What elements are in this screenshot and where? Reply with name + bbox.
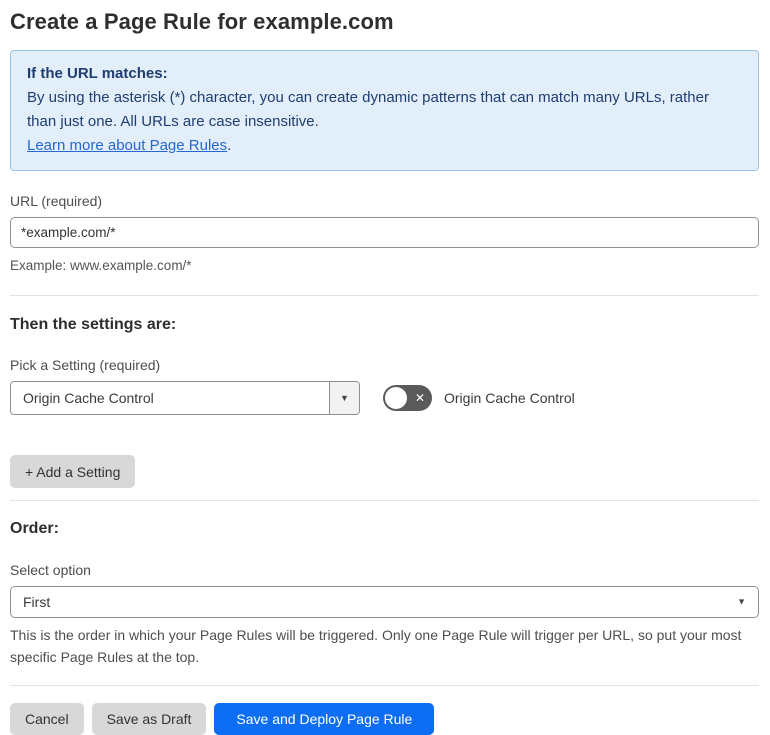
url-input[interactable] bbox=[10, 217, 759, 248]
add-setting-button[interactable]: + Add a Setting bbox=[10, 455, 136, 488]
create-page-rule-form: Create a Page Rule for example.com If th… bbox=[0, 0, 770, 735]
toggle-off-x-icon: ✕ bbox=[414, 391, 425, 405]
settings-section: Then the settings are: Pick a Setting (r… bbox=[10, 316, 759, 488]
toggle-knob bbox=[385, 387, 407, 409]
setting-select[interactable]: Origin Cache Control ▼ bbox=[10, 381, 360, 415]
cancel-button[interactable]: Cancel bbox=[10, 703, 84, 735]
order-helper-text: This is the order in which your Page Rul… bbox=[10, 627, 742, 665]
url-section: URL (required) Example: www.example.com/… bbox=[10, 193, 759, 276]
order-section: Order: Select option First ▼ This is the… bbox=[10, 520, 759, 668]
divider bbox=[10, 685, 759, 686]
chevron-down-icon: ▼ bbox=[340, 392, 349, 403]
setting-row: Origin Cache Control ▼ ✕ Origin Cache Co… bbox=[10, 381, 759, 415]
info-box-heading: If the URL matches: bbox=[27, 65, 168, 82]
link-suffix: . bbox=[227, 137, 232, 154]
url-field-label: URL (required) bbox=[10, 193, 103, 209]
url-match-info-box: If the URL matches: By using the asteris… bbox=[10, 50, 759, 171]
order-heading: Order: bbox=[10, 520, 59, 537]
order-select-label: Select option bbox=[10, 562, 91, 578]
info-box-body: By using the asterisk (*) character, you… bbox=[27, 89, 709, 130]
divider bbox=[10, 500, 759, 501]
origin-cache-control-toggle[interactable]: ✕ bbox=[383, 385, 432, 411]
save-as-draft-button[interactable]: Save as Draft bbox=[91, 703, 207, 735]
setting-select-value: Origin Cache Control bbox=[23, 390, 154, 406]
toggle-label: Origin Cache Control bbox=[444, 390, 575, 406]
chevron-down-icon: ▼ bbox=[737, 596, 746, 607]
pick-setting-label: Pick a Setting (required) bbox=[10, 357, 161, 373]
footer-actions: Cancel Save as Draft Save and Deploy Pag… bbox=[10, 703, 759, 735]
settings-heading: Then the settings are: bbox=[10, 316, 177, 333]
page-title: Create a Page Rule for example.com bbox=[10, 9, 394, 34]
setting-select-arrow-button[interactable]: ▼ bbox=[329, 382, 359, 414]
divider bbox=[10, 295, 759, 296]
url-example-helper: Example: www.example.com/* bbox=[10, 258, 192, 273]
order-select[interactable]: First ▼ bbox=[10, 586, 759, 618]
order-select-value: First bbox=[23, 594, 51, 610]
info-box-link-row: Learn more about Page Rules. bbox=[27, 134, 742, 158]
learn-more-link[interactable]: Learn more about Page Rules bbox=[27, 137, 227, 154]
save-and-deploy-button[interactable]: Save and Deploy Page Rule bbox=[214, 703, 435, 735]
